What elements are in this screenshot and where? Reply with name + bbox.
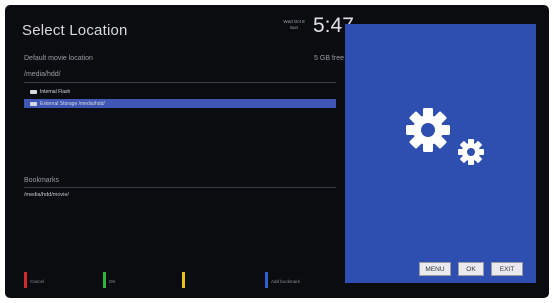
bookmarks-header: Bookmarks (24, 177, 60, 184)
storage-item-label: External Storage /media/hdd/ (40, 100, 105, 107)
exit-button[interactable]: EXIT (491, 262, 523, 276)
blue-key-indicator (265, 272, 268, 288)
ok-button[interactable]: OK (458, 262, 484, 276)
green-key-label[interactable]: OK (109, 279, 116, 284)
green-key-indicator (103, 272, 106, 288)
current-path-label: /media/hdd/ (24, 71, 61, 78)
free-space-label: 5 GB free (314, 55, 344, 62)
bookmark-item[interactable]: /media/hdd/movie/ (24, 192, 69, 198)
storage-item-internal-flash[interactable]: Internal Flash (24, 87, 336, 96)
red-key-indicator (24, 272, 27, 288)
yellow-key-indicator (182, 272, 185, 288)
menu-button[interactable]: MENU (419, 262, 451, 276)
default-location-label: Default movie location (24, 55, 93, 62)
blue-key-label[interactable]: Add bookmark (271, 279, 300, 284)
folder-icon (30, 89, 37, 94)
storage-item-external-storage[interactable]: External Storage /media/hdd/ (24, 99, 336, 108)
folder-icon (30, 101, 37, 106)
path-divider (24, 82, 336, 83)
bookmarks-divider (24, 187, 336, 188)
red-key-label[interactable]: Cancel (30, 279, 44, 284)
settings-gears-icon (406, 108, 484, 165)
page-title: Select Location (22, 22, 128, 39)
date-display: Wed Oct 8 Sun (283, 19, 305, 30)
storage-item-label: Internal Flash (40, 88, 71, 95)
